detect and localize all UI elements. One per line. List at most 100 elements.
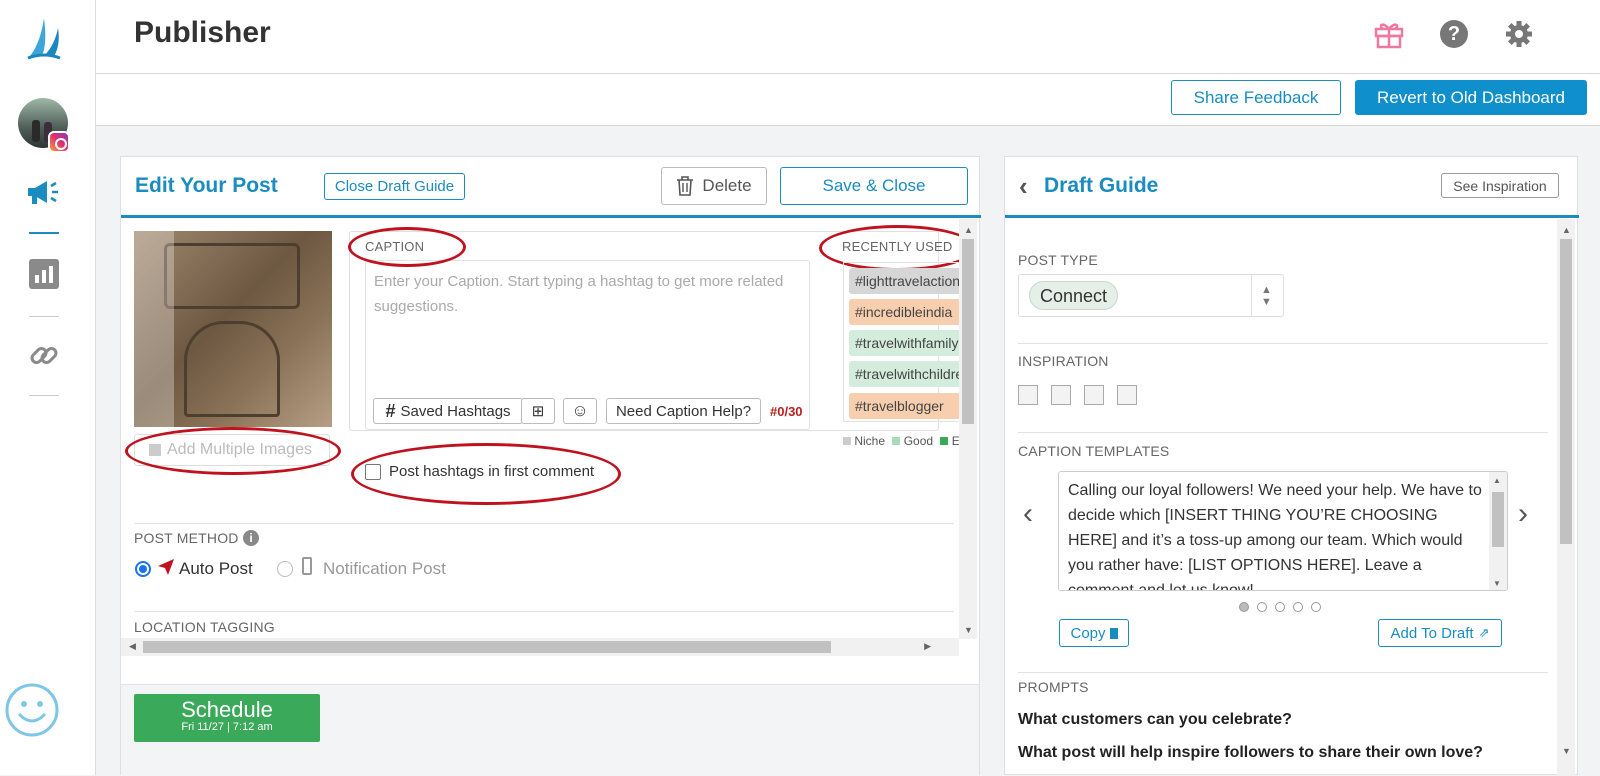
- recent-hashtags-list: #lighttravelaction #incredibleindia #tra…: [843, 262, 959, 422]
- post-method-label: POST METHOD: [134, 530, 239, 546]
- post-image-thumbnail[interactable]: [134, 231, 332, 427]
- emoji-icon[interactable]: ☺: [563, 398, 597, 424]
- caption-templates-label: CAPTION TEMPLATES: [1018, 443, 1170, 459]
- annotation-ellipse: [351, 443, 621, 505]
- add-to-draft-button[interactable]: Add To Draft ⇗: [1378, 619, 1502, 647]
- carousel-dot[interactable]: [1257, 602, 1267, 612]
- prompts-label: PROMPTS: [1018, 679, 1089, 695]
- close-draft-guide-button[interactable]: Close Draft Guide: [324, 173, 465, 200]
- schedule-label: Schedule: [181, 697, 273, 722]
- carousel-next-icon[interactable]: ›: [1518, 497, 1528, 531]
- draft-guide-title: Draft Guide: [1044, 174, 1159, 197]
- post-type-value: Connect: [1029, 281, 1119, 310]
- top-bar: Publisher ?: [96, 0, 1600, 74]
- inspiration-image[interactable]: [1051, 385, 1071, 405]
- back-chevron-icon[interactable]: ‹: [1019, 171, 1028, 202]
- save-close-button[interactable]: Save & Close: [780, 167, 968, 205]
- panel-header-divider: [1005, 215, 1579, 218]
- divider: [134, 523, 954, 524]
- annotation-ellipse: [348, 227, 466, 267]
- hashtag-chip[interactable]: #lighttravelaction: [849, 268, 959, 294]
- inspiration-label: INSPIRATION: [1018, 353, 1109, 369]
- need-caption-help-button[interactable]: Need Caption Help?: [606, 398, 761, 424]
- hashtag-legend: Niche Good E: [843, 434, 963, 452]
- vertical-scrollbar[interactable]: ▲ ▼: [959, 219, 977, 639]
- panel-title: Edit Your Post: [135, 174, 278, 197]
- copy-label: Copy: [1070, 624, 1106, 642]
- notification-post-label: Notification Post: [323, 559, 446, 578]
- carousel-dot[interactable]: [1311, 602, 1321, 612]
- add-to-draft-label: Add To Draft: [1390, 624, 1474, 642]
- left-rail: [0, 0, 96, 775]
- select-arrows-icon: ▲ ▼: [1261, 284, 1272, 308]
- prompt-item: What customers can you celebrate?: [1018, 711, 1292, 728]
- post-type-label: POST TYPE: [1018, 252, 1098, 268]
- clipboard-icon: [1109, 627, 1118, 639]
- gear-icon[interactable]: [1504, 19, 1534, 49]
- hashtag-icon: #: [385, 400, 396, 421]
- info-icon[interactable]: i: [243, 530, 259, 546]
- annotation-ellipse: [125, 427, 341, 475]
- analytics-icon[interactable]: [29, 259, 59, 289]
- help-icon[interactable]: ?: [1440, 20, 1468, 48]
- draft-guide-panel: ‹ Draft Guide See Inspiration POST TYPE …: [1004, 156, 1579, 776]
- revert-old-dashboard-button[interactable]: Revert to Old Dashboard: [1355, 80, 1587, 115]
- inspiration-image[interactable]: [1117, 385, 1137, 405]
- divider: [1018, 343, 1548, 344]
- auto-post-radio[interactable]: [135, 561, 151, 577]
- legend-good: Good: [903, 434, 934, 448]
- carousel-dot[interactable]: [1275, 602, 1285, 612]
- delete-button[interactable]: Delete: [661, 167, 767, 205]
- divider: [1018, 432, 1548, 433]
- auto-post-label: Auto Post: [179, 559, 253, 578]
- divider: [134, 611, 954, 612]
- inspiration-image[interactable]: [1084, 385, 1104, 405]
- rail-divider: [29, 395, 59, 396]
- legend-niche: Niche: [854, 434, 886, 448]
- vertical-scrollbar[interactable]: ▲ ▼: [1557, 219, 1575, 776]
- phone-icon: [302, 557, 312, 575]
- external-link-icon: ⇗: [1478, 625, 1490, 640]
- schedule-button[interactable]: Schedule Fri 11/27 | 7:12 am: [134, 694, 320, 742]
- hashtag-chip[interactable]: #incredibleindia: [849, 299, 959, 325]
- paper-plane-icon: [157, 558, 175, 576]
- divider: [1018, 672, 1548, 673]
- edit-post-panel: Edit Your Post Close Draft Guide Delete …: [120, 156, 981, 776]
- hashtag-counter: #0/30: [770, 404, 803, 419]
- delete-label: Delete: [702, 176, 752, 195]
- page-title: Publisher: [134, 16, 271, 49]
- add-hashtag-group-icon[interactable]: ⊞: [521, 398, 555, 424]
- carousel-prev-icon[interactable]: ‹: [1023, 497, 1033, 531]
- hashtag-chip[interactable]: #travelblogger: [849, 393, 959, 419]
- caption-template-box[interactable]: Calling our loyal followers! We need you…: [1058, 471, 1508, 591]
- hashtag-chip[interactable]: #travelwithchildren: [849, 361, 959, 387]
- location-tagging-label: LOCATION TAGGING: [134, 619, 275, 635]
- logo-icon[interactable]: [26, 16, 62, 60]
- trash-icon: [677, 176, 694, 196]
- post-type-select[interactable]: Connect ▲ ▼: [1018, 274, 1284, 317]
- carousel-dot[interactable]: [1293, 602, 1303, 612]
- gift-icon[interactable]: [1373, 18, 1405, 50]
- inspiration-image[interactable]: [1018, 385, 1038, 405]
- rail-active-indicator: [29, 232, 59, 234]
- notification-post-radio[interactable]: [277, 561, 293, 577]
- megaphone-icon[interactable]: [25, 178, 61, 208]
- action-bar: Share Feedback Revert to Old Dashboard: [96, 74, 1600, 126]
- copy-button[interactable]: Copy: [1059, 619, 1129, 647]
- saved-hashtags-label: Saved Hashtags: [400, 402, 511, 420]
- saved-hashtags-button[interactable]: # Saved Hashtags: [373, 398, 523, 424]
- carousel-dot-active[interactable]: [1239, 602, 1249, 612]
- prompt-item: What post will help inspire followers to…: [1018, 744, 1483, 761]
- hashtag-chip[interactable]: #travelwithfamily: [849, 330, 959, 356]
- instagram-icon: [48, 131, 70, 153]
- panel-header-divider: [121, 215, 981, 218]
- see-inspiration-button[interactable]: See Inspiration: [1441, 173, 1559, 198]
- caption-template-text: Calling our loyal followers! We need you…: [1068, 482, 1482, 591]
- horizontal-scrollbar[interactable]: ◀ ▶: [121, 638, 959, 656]
- smiley-help-icon[interactable]: [4, 682, 60, 738]
- link-icon[interactable]: [27, 338, 61, 372]
- schedule-time: Fri 11/27 | 7:12 am: [181, 721, 273, 733]
- share-feedback-button[interactable]: Share Feedback: [1171, 80, 1341, 115]
- rail-divider: [29, 316, 59, 317]
- select-divider: [1251, 275, 1252, 317]
